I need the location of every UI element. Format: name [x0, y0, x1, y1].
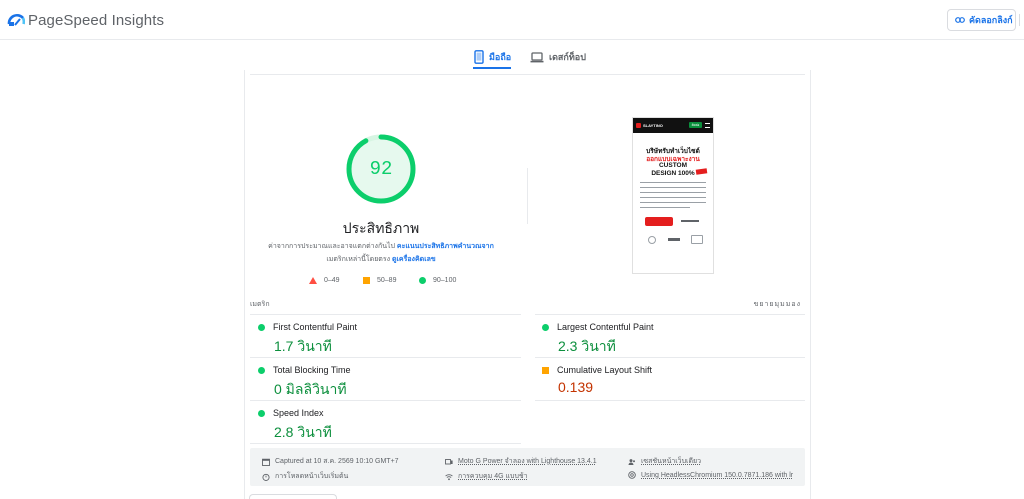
thumb-logo-icon: [636, 123, 641, 128]
captured-text: Captured at 10 ส.ค. 2569 10:10 GMT+7: [275, 458, 399, 465]
thumb-logo-strip: [668, 238, 680, 241]
thumb-round-icon: [648, 236, 656, 244]
device-tabs: มือถือ เดสก์ท็อป: [0, 40, 1024, 70]
tab-mobile-label: มือถือ: [489, 52, 512, 62]
tab-desktop-label: เดสก์ท็อป: [549, 52, 586, 62]
metric-value: 2.8 วินาที: [274, 424, 332, 440]
metrics-section-label: เมตริก: [250, 301, 270, 308]
pass-circle-icon: [258, 323, 265, 331]
expand-view-toggle[interactable]: ขยายมุมมอง: [727, 299, 801, 310]
wifi-icon: [445, 473, 453, 480]
average-square-icon: [363, 277, 370, 284]
timer-icon: [262, 473, 270, 481]
info-device: Moto G Power จำลอง with Lighthouse 13.4.…: [445, 456, 597, 467]
vertical-divider: [527, 168, 528, 224]
header-divider: [1019, 14, 1024, 26]
thumb-cta: ติดต่อ: [689, 122, 702, 128]
metric-value: 0.139: [558, 379, 594, 395]
laptop-icon: [530, 51, 544, 62]
metric-name: Speed Index: [273, 408, 324, 418]
device-text[interactable]: Moto G Power จำลอง with Lighthouse 13.4.…: [458, 456, 597, 467]
page-screenshot-thumbnail[interactable]: SLAYTINO ติดต่อ บริษัทรับทำเว็บไซต์ ออกแ…: [632, 117, 714, 274]
pagespeed-logo-icon: [7, 13, 25, 26]
legend-pass: 90–100: [419, 277, 456, 284]
chrome-icon: [628, 471, 636, 479]
metric-tbt: Total Blocking Time 0 มิลลิวินาที: [258, 365, 518, 401]
legend-pass-label: 90–100: [433, 277, 457, 284]
run-info-panel: Captured at 10 ส.ค. 2569 10:10 GMT+7 การ…: [250, 448, 805, 486]
throttling-text[interactable]: การควบคุม 4G แบบช้า: [458, 471, 528, 482]
metric-name: Largest Contentful Paint: [557, 322, 654, 332]
link-icon: [955, 17, 965, 23]
device-icon: [445, 458, 453, 464]
pass-circle-icon: [542, 323, 549, 331]
active-tab-indicator: [473, 67, 511, 69]
top-header: PageSpeed Insights คัดลอกลิงก์: [0, 0, 1024, 40]
metric-name: Cumulative Layout Shift: [557, 365, 653, 375]
metric-name: First Contentful Paint: [273, 322, 358, 332]
thumb-text-line: [640, 197, 706, 198]
thumb-headline-3: CUSTOM: [658, 162, 688, 169]
metric-cls: Cumulative Layout Shift 0.139: [542, 365, 802, 395]
pass-circle-icon: [258, 409, 265, 417]
thumb-menu-icon: [705, 123, 710, 128]
card-divider: [250, 74, 805, 75]
tab-mobile[interactable]: มือถือ: [474, 47, 511, 67]
fail-triangle-icon: [309, 277, 317, 284]
brand-title[interactable]: PageSpeed Insights: [28, 12, 164, 29]
performance-title: ประสิทธิภาพ: [342, 220, 420, 236]
info-session: เซสชันหน้าเว็บเดียว: [628, 456, 701, 467]
thumb-text-line: [640, 192, 706, 193]
desc-text-1: ค่าจากการประมาณและอาจแตกต่างกันไป: [268, 243, 397, 250]
legend-average: 50–89: [363, 277, 396, 284]
thumb-button-text: [681, 220, 699, 222]
performance-score: 92: [369, 158, 393, 180]
metric-speed-index: Speed Index 2.8 วินาที: [258, 408, 518, 444]
metric-value: 0 มิลลิวินาที: [274, 381, 347, 397]
average-square-icon: [542, 366, 549, 374]
thumb-text-line: [640, 207, 690, 208]
copy-link-label: คัดลอกลิงก์: [969, 15, 1013, 25]
info-initial-load: การโหลดหน้าเว็บเริ่มต้น: [262, 471, 348, 482]
metric-name: Total Blocking Time: [273, 365, 351, 375]
info-browser: Using HeadlessChromium 150.0.7871.186 wi…: [628, 471, 793, 479]
desc-link-score-calc[interactable]: คะแนนประสิทธิภาพคำนวณจาก: [397, 243, 494, 250]
calendar-icon: [262, 458, 270, 466]
thumb-text-line: [640, 182, 706, 183]
thumb-box-icon: [691, 235, 703, 244]
smartphone-icon: [474, 50, 484, 64]
info-throttling: การควบคุม 4G แบบช้า: [445, 471, 528, 482]
users-icon: [628, 458, 635, 465]
tab-desktop[interactable]: เดสก์ท็อป: [530, 47, 586, 67]
metric-divider: [535, 314, 805, 315]
legend-average-label: 50–89: [377, 277, 397, 284]
desc-text-2: เมตริกเหล่านี้โดยตรง: [326, 256, 392, 263]
copy-link-button[interactable]: คัดลอกลิงก์: [947, 9, 1016, 31]
metric-value: 2.3 วินาที: [558, 338, 616, 354]
performance-description: ค่าจากการประมาณและอาจแตกต่างกันไป คะแนนป…: [268, 240, 494, 266]
browser-text[interactable]: Using HeadlessChromium 150.0.7871.186 wi…: [641, 472, 793, 479]
metric-divider: [250, 314, 521, 315]
thumb-red-button: [645, 217, 673, 226]
pass-circle-icon: [258, 366, 265, 374]
initial-load-text: การโหลดหน้าเว็บเริ่มต้น: [275, 473, 349, 480]
session-text[interactable]: เซสชันหน้าเว็บเดียว: [641, 456, 701, 467]
metric-divider: [535, 400, 805, 401]
metric-lcp: Largest Contentful Paint 2.3 วินาที: [542, 322, 802, 358]
info-captured: Captured at 10 ส.ค. 2569 10:10 GMT+7: [262, 456, 399, 467]
thumb-text-line: [640, 187, 706, 188]
legend-fail-label: 0–49: [324, 277, 340, 284]
pass-circle-icon: [419, 277, 426, 284]
legend-fail: 0–49: [309, 277, 340, 284]
thumb-text-line: [640, 202, 706, 203]
metric-fcp: First Contentful Paint 1.7 วินาที: [258, 322, 518, 358]
thumb-brand: SLAYTINO: [643, 123, 663, 128]
metric-value: 1.7 วินาที: [274, 338, 332, 354]
desc-link-calculator[interactable]: ดูเครื่องคิดเลข: [392, 256, 436, 263]
next-section-box: [249, 494, 337, 499]
